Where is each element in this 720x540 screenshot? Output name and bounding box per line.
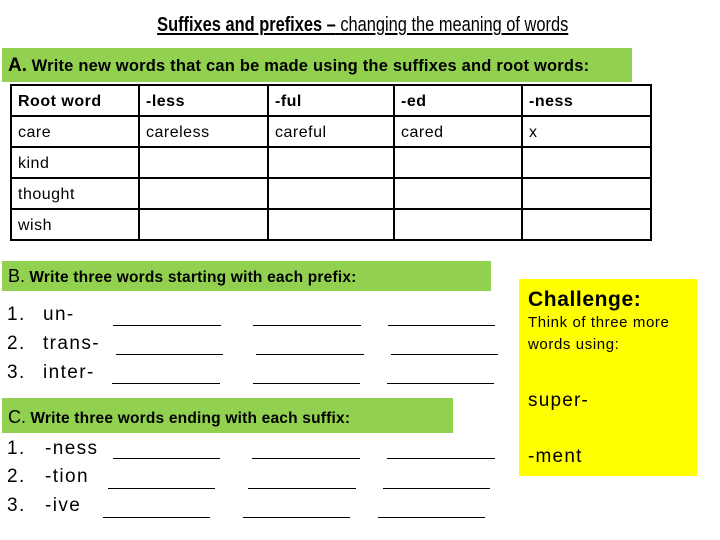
table-cell <box>521 146 652 179</box>
title-bold-part: Suffixes and prefixes – <box>157 14 337 36</box>
answer-blank <box>252 458 360 459</box>
prefix-item-label: inter- <box>43 362 95 383</box>
worksheet-title-wrap: Suffixes and prefixes – changing the mea… <box>0 14 720 36</box>
table-cell <box>521 177 652 210</box>
answer-blank <box>388 325 495 326</box>
section-a-letter: A. <box>8 55 27 76</box>
header-ed: -ed <box>393 84 523 117</box>
table-row: wish <box>10 208 652 241</box>
root-word-cell: care <box>10 115 140 148</box>
root-word-cell: thought <box>10 177 140 210</box>
challenge-item-ment: -ment <box>528 446 583 467</box>
table-cell <box>393 177 523 210</box>
prefix-item-number: 2. <box>7 333 26 354</box>
answer-blank <box>113 325 221 326</box>
table-header-row: Root word -less -ful -ed -ness <box>10 84 652 117</box>
suffix-item-number: 2. <box>7 466 26 487</box>
challenge-item-super: super- <box>528 390 590 411</box>
table-cell: x <box>521 115 652 148</box>
table-cell <box>267 146 395 179</box>
prefix-item-label: un- <box>43 304 75 325</box>
table-row: kind <box>10 146 652 179</box>
header-ness: -ness <box>521 84 652 117</box>
challenge-text-line: words using: <box>528 336 620 353</box>
suffix-item-label: -tion <box>45 466 89 487</box>
answer-blank <box>391 354 498 355</box>
prefix-item-label: trans- <box>43 333 100 354</box>
table-row: care careless careful cared x <box>10 115 652 148</box>
answer-blank <box>113 458 220 459</box>
table-cell <box>267 177 395 210</box>
answer-blank <box>378 517 485 518</box>
answer-blank <box>383 488 490 489</box>
table-cell <box>393 208 523 241</box>
suffix-item-number: 3. <box>7 495 26 516</box>
suffix-item-label: -ness <box>45 438 99 459</box>
section-b-letter: B. <box>8 266 26 286</box>
answer-blank <box>253 325 361 326</box>
table-cell <box>521 208 652 241</box>
table-cell <box>138 146 269 179</box>
suffix-item-number: 1. <box>7 438 26 459</box>
answer-blank <box>253 383 360 384</box>
root-word-cell: wish <box>10 208 140 241</box>
section-c-letter: C. <box>8 407 26 427</box>
header-root-word: Root word <box>10 84 140 117</box>
table-cell <box>267 208 395 241</box>
table-cell <box>393 146 523 179</box>
header-ful: -ful <box>267 84 395 117</box>
answer-blank <box>108 488 215 489</box>
answer-blank <box>248 488 356 489</box>
answer-blank <box>112 383 220 384</box>
section-b-instruction: Write three words starting with each pre… <box>29 269 357 286</box>
worksheet-title: Suffixes and prefixes – changing the mea… <box>157 14 568 36</box>
answer-blank <box>387 458 495 459</box>
answer-blank <box>256 354 364 355</box>
suffix-table: Root word -less -ful -ed -ness care care… <box>10 84 652 241</box>
answer-blank <box>387 383 494 384</box>
answer-blank <box>116 354 223 355</box>
table-cell <box>138 208 269 241</box>
section-c-header: C. Write three words ending with each su… <box>2 398 453 433</box>
root-word-cell: kind <box>10 146 140 179</box>
table-cell: careful <box>267 115 395 148</box>
section-c-instruction: Write three words ending with each suffi… <box>30 410 351 427</box>
section-b-header: B. Write three words starting with each … <box>2 261 491 291</box>
section-a-header: A. Write new words that can be made usin… <box>2 48 632 82</box>
table-cell <box>138 177 269 210</box>
prefix-item-number: 3. <box>7 362 26 383</box>
challenge-text-line: Think of three more <box>528 314 670 331</box>
table-cell: cared <box>393 115 523 148</box>
suffix-item-label: -ive <box>45 495 82 516</box>
section-a-instruction: Write new words that can be made using t… <box>31 57 590 75</box>
answer-blank <box>243 517 350 518</box>
title-regular-part: changing the meaning of words <box>340 14 569 36</box>
table-row: thought <box>10 177 652 210</box>
prefix-item-number: 1. <box>7 304 26 325</box>
table-cell: careless <box>138 115 269 148</box>
challenge-title: Challenge: <box>528 288 642 311</box>
header-less: -less <box>138 84 269 117</box>
answer-blank <box>103 517 210 518</box>
